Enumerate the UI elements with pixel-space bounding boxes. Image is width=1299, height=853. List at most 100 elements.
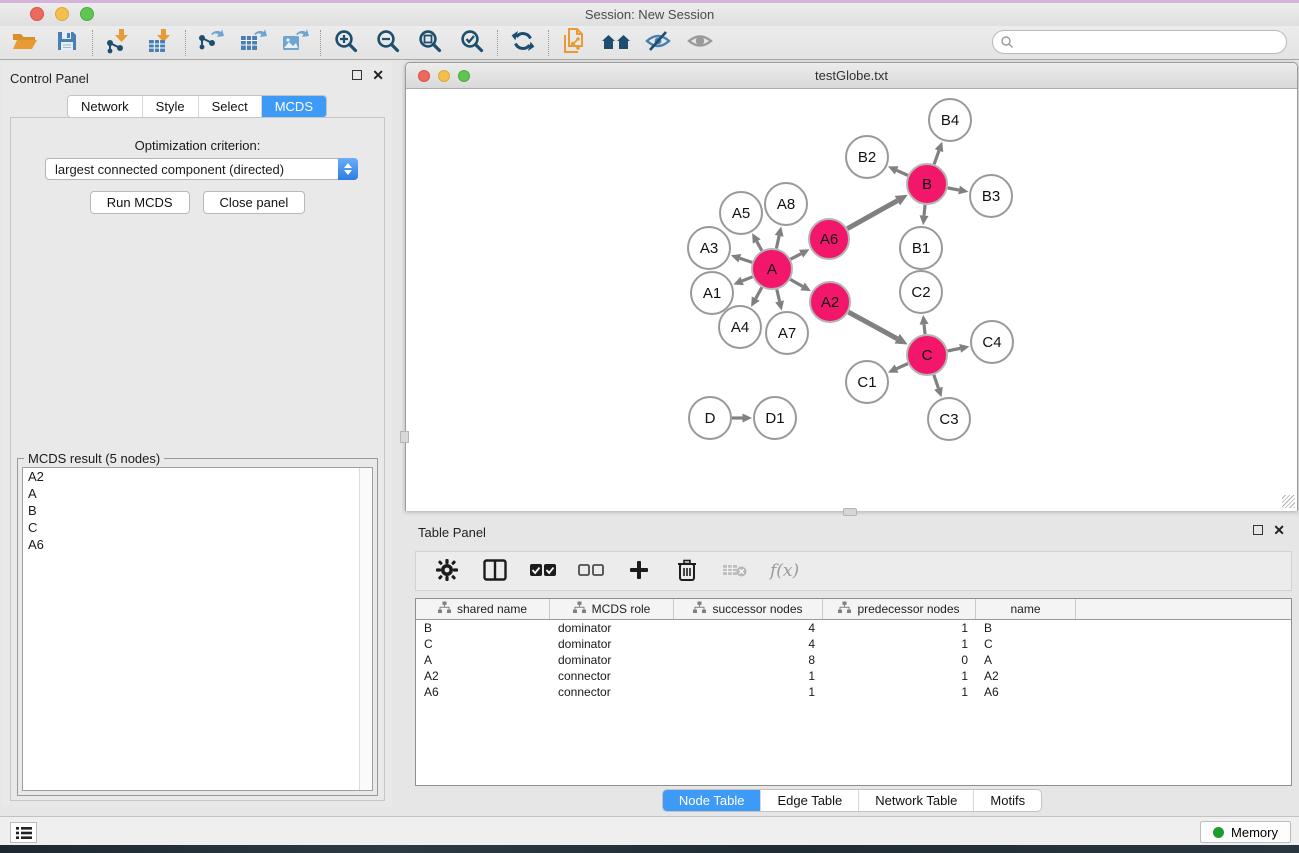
node-table[interactable]: shared nameMCDS rolesuccessor nodesprede… bbox=[415, 598, 1292, 786]
tab-motifs[interactable]: Motifs bbox=[973, 790, 1041, 811]
cell-predecessor-nodes[interactable]: 1 bbox=[823, 636, 976, 652]
optimization-criterion-dropdown[interactable]: largest connected component (directed) bbox=[45, 158, 358, 180]
result-scrollbar[interactable] bbox=[359, 468, 372, 790]
cell-successor-nodes[interactable]: 1 bbox=[674, 668, 823, 684]
cell-shared-name[interactable]: A bbox=[416, 652, 550, 668]
select-all-button[interactable] bbox=[530, 558, 556, 584]
edge-A2-C[interactable] bbox=[848, 312, 897, 339]
run-mcds-button[interactable]: Run MCDS bbox=[90, 191, 190, 214]
edge-C-C3[interactable] bbox=[934, 375, 939, 388]
delete-row-button[interactable] bbox=[674, 558, 700, 584]
zoom-out-button[interactable] bbox=[371, 29, 405, 57]
table-row[interactable]: Cdominator41C bbox=[416, 636, 1291, 652]
close-table-panel-icon[interactable]: ✕ bbox=[1273, 525, 1285, 535]
cell-name[interactable]: A2 bbox=[976, 668, 1076, 684]
column-header-successor-nodes[interactable]: successor nodes bbox=[674, 599, 823, 619]
import-network-button[interactable] bbox=[101, 29, 135, 57]
export-table-button[interactable] bbox=[236, 29, 270, 57]
cell-name[interactable]: C bbox=[976, 636, 1076, 652]
zoom-fit-button[interactable] bbox=[413, 29, 447, 57]
close-panel-button[interactable]: Close panel bbox=[203, 191, 306, 214]
cell-predecessor-nodes[interactable]: 1 bbox=[823, 668, 976, 684]
edge-A-A3[interactable] bbox=[740, 258, 752, 262]
result-item[interactable]: A2 bbox=[23, 468, 372, 485]
network-canvas[interactable]: B4B2BB3A5A8A6A3AB1A1C2A2A4A7C4CC1C3DD1 bbox=[406, 90, 1297, 511]
edge-A-A1[interactable] bbox=[742, 277, 752, 281]
cell-MCDS-role[interactable]: connector bbox=[550, 668, 674, 684]
split-pane-grip[interactable] bbox=[843, 508, 857, 516]
column-header-name[interactable]: name bbox=[976, 599, 1076, 619]
columns-button[interactable] bbox=[482, 558, 508, 584]
window-resize-grip[interactable] bbox=[1282, 495, 1295, 508]
float-table-panel-icon[interactable] bbox=[1253, 525, 1263, 535]
new-network-from-selection-button[interactable] bbox=[557, 29, 591, 57]
hide-selected-button[interactable] bbox=[641, 29, 675, 57]
export-network-button[interactable] bbox=[194, 29, 228, 57]
edge-A-A2[interactable] bbox=[790, 279, 802, 286]
refresh-button[interactable] bbox=[506, 29, 540, 57]
result-item[interactable]: A6 bbox=[23, 536, 372, 553]
edge-B-B4[interactable] bbox=[934, 151, 939, 165]
cell-shared-name[interactable]: A2 bbox=[416, 668, 550, 684]
gear-button[interactable] bbox=[434, 558, 460, 584]
edge-A-A7[interactable] bbox=[777, 289, 780, 301]
edge-A6-B[interactable] bbox=[847, 201, 897, 229]
export-image-button[interactable] bbox=[278, 29, 312, 57]
tab-select[interactable]: Select bbox=[198, 96, 261, 117]
edge-A-A6[interactable] bbox=[791, 254, 802, 260]
cell-MCDS-role[interactable]: dominator bbox=[550, 652, 674, 668]
search-input[interactable] bbox=[992, 30, 1287, 54]
column-header-MCDS-role[interactable]: MCDS role bbox=[550, 599, 674, 619]
cell-MCDS-role[interactable]: dominator bbox=[550, 620, 674, 636]
mcds-result-list[interactable]: A2ABCA6 bbox=[22, 467, 373, 791]
close-panel-icon[interactable]: ✕ bbox=[372, 70, 384, 80]
table-row[interactable]: Bdominator41B bbox=[416, 620, 1291, 636]
cell-predecessor-nodes[interactable]: 1 bbox=[823, 684, 976, 700]
zoom-selected-button[interactable] bbox=[455, 29, 489, 57]
open-button[interactable] bbox=[8, 29, 42, 57]
first-neighbors-button[interactable] bbox=[599, 29, 633, 57]
deselect-all-button[interactable] bbox=[578, 558, 604, 584]
edge-C-C4[interactable] bbox=[948, 348, 961, 351]
cell-successor-nodes[interactable]: 8 bbox=[674, 652, 823, 668]
function-builder-button[interactable]: f(x) bbox=[770, 561, 799, 581]
edge-C-C2[interactable] bbox=[924, 324, 925, 334]
cell-shared-name[interactable]: B bbox=[416, 620, 550, 636]
column-header-predecessor-nodes[interactable]: predecessor nodes bbox=[823, 599, 976, 619]
canvas-side-grip[interactable] bbox=[400, 431, 409, 443]
cell-name[interactable]: A6 bbox=[976, 684, 1076, 700]
cell-predecessor-nodes[interactable]: 0 bbox=[823, 652, 976, 668]
cell-MCDS-role[interactable]: connector bbox=[550, 684, 674, 700]
tab-network[interactable]: Network bbox=[68, 96, 142, 117]
add-row-button[interactable] bbox=[626, 558, 652, 584]
save-button[interactable] bbox=[50, 29, 84, 57]
column-header-shared-name[interactable]: shared name bbox=[416, 599, 550, 619]
result-item[interactable]: C bbox=[23, 519, 372, 536]
tab-style[interactable]: Style bbox=[142, 96, 198, 117]
show-all-button[interactable] bbox=[683, 29, 717, 57]
tab-edge-table[interactable]: Edge Table bbox=[760, 790, 858, 811]
edge-B-B1[interactable] bbox=[924, 205, 925, 216]
cell-name[interactable]: B bbox=[976, 620, 1076, 636]
cell-successor-nodes[interactable]: 1 bbox=[674, 684, 823, 700]
result-item[interactable]: B bbox=[23, 502, 372, 519]
task-history-button[interactable] bbox=[10, 822, 37, 843]
result-item[interactable]: A bbox=[23, 485, 372, 502]
edge-B-B2[interactable] bbox=[897, 170, 908, 175]
memory-button[interactable]: Memory bbox=[1200, 821, 1291, 843]
cell-successor-nodes[interactable]: 4 bbox=[674, 636, 823, 652]
table-row[interactable]: A2connector11A2 bbox=[416, 668, 1291, 684]
tab-network-table[interactable]: Network Table bbox=[858, 790, 973, 811]
cell-shared-name[interactable]: A6 bbox=[416, 684, 550, 700]
edge-A-A4[interactable] bbox=[756, 287, 762, 298]
import-table-button[interactable] bbox=[143, 29, 177, 57]
table-row[interactable]: Adominator80A bbox=[416, 652, 1291, 668]
float-panel-icon[interactable] bbox=[352, 70, 362, 80]
edge-A-A8[interactable] bbox=[776, 236, 779, 249]
zoom-in-button[interactable] bbox=[329, 29, 363, 57]
tab-mcds[interactable]: MCDS bbox=[261, 96, 326, 117]
table-row[interactable]: A6connector11A6 bbox=[416, 684, 1291, 700]
cell-shared-name[interactable]: C bbox=[416, 636, 550, 652]
edge-B-B3[interactable] bbox=[948, 188, 959, 190]
cell-name[interactable]: A bbox=[976, 652, 1076, 668]
